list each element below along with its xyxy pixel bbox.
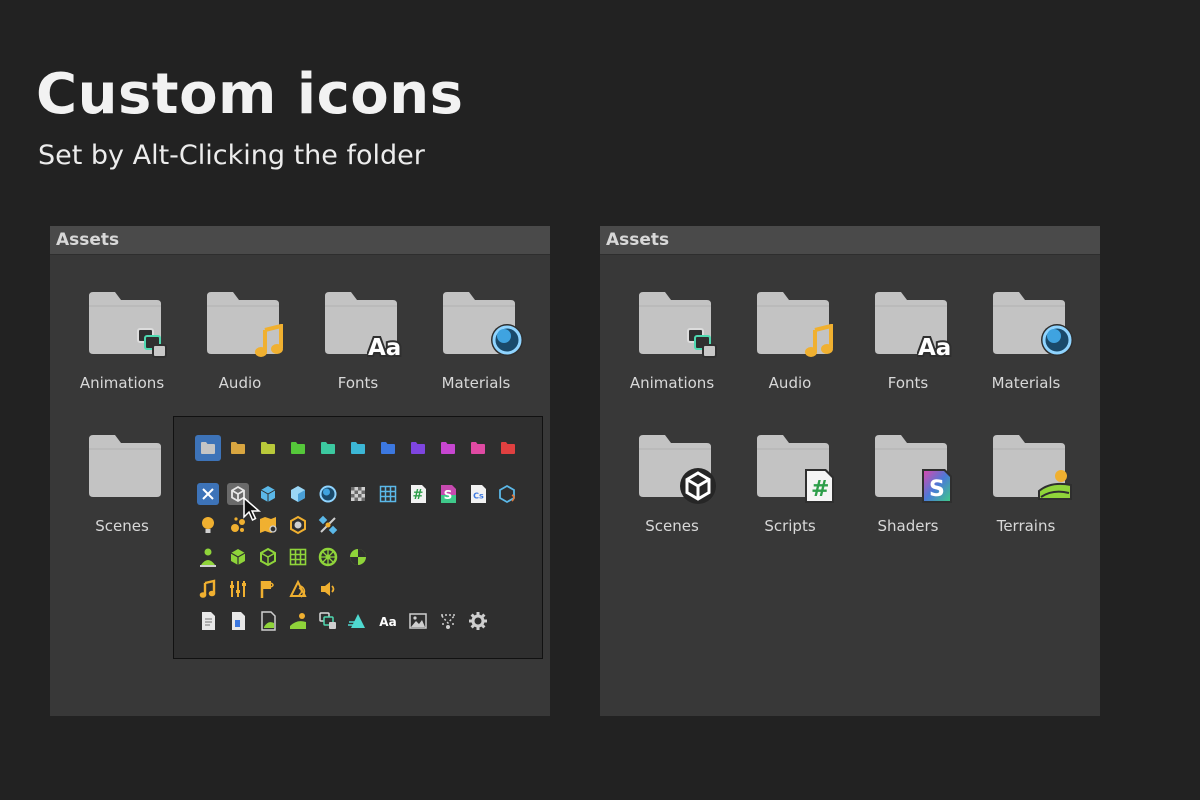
character-icon[interactable] [197, 546, 219, 568]
audio-note-icon[interactable] [197, 578, 219, 600]
terrain-icon [1037, 467, 1073, 505]
shader-icon: S [920, 467, 954, 509]
color-swatch[interactable] [435, 435, 461, 461]
folder-label: Audio [768, 374, 812, 392]
font-aa-icon: Aa [916, 330, 957, 364]
folder-item[interactable]: Materials [967, 290, 1085, 400]
physics-material-icon[interactable] [347, 546, 369, 568]
grid-icon[interactable] [377, 483, 399, 505]
folder-item[interactable]: Terrains [967, 433, 1085, 543]
folder-label: Scenes [645, 517, 699, 535]
animation-icon [135, 326, 169, 364]
color-swatch[interactable] [195, 435, 221, 461]
image-icon[interactable] [407, 610, 429, 632]
page-title: Custom icons [36, 62, 464, 127]
folder-item[interactable]: Aa Fonts [849, 290, 967, 400]
folder-label: Terrains [996, 517, 1056, 535]
folder-item[interactable]: Scenes [613, 433, 731, 543]
mixer-icon[interactable] [227, 578, 249, 600]
svg-text:Aa: Aa [379, 615, 396, 629]
folder-label: Animations [629, 374, 715, 392]
svg-text:Cs: Cs [473, 492, 484, 501]
script-hash-icon[interactable]: # [407, 483, 429, 505]
svg-text:S: S [929, 477, 945, 502]
folder-item[interactable]: Audio [181, 290, 299, 400]
sphere-icon[interactable] [317, 483, 339, 505]
folder-item[interactable]: Aa Fonts [299, 290, 417, 400]
svg-text:Aa: Aa [918, 335, 951, 360]
folder-label: Scripts [764, 517, 816, 535]
folder-item[interactable]: Animations [613, 290, 731, 400]
color-swatch[interactable] [315, 435, 341, 461]
svg-text:#: # [413, 488, 424, 503]
panel-title: Assets [600, 226, 1100, 255]
audio-source-icon[interactable] [257, 578, 279, 600]
folder-label: Fonts [887, 374, 929, 392]
svg-text:S: S [444, 488, 453, 502]
csharp-script-icon: # [802, 467, 836, 509]
color-swatch[interactable] [405, 435, 431, 461]
folder-item[interactable]: Animations [63, 290, 181, 400]
shader-icon[interactable]: S [437, 483, 459, 505]
satellite-icon[interactable] [317, 514, 339, 536]
gear-icon[interactable] [467, 610, 489, 632]
color-swatch[interactable] [225, 435, 251, 461]
green-cube-outline-icon[interactable] [257, 546, 279, 568]
folder-icon [87, 433, 163, 499]
svg-text:#: # [811, 477, 829, 502]
vfx-icon[interactable] [437, 610, 459, 632]
folder-label: Animations [79, 374, 165, 392]
wheel-icon[interactable] [317, 546, 339, 568]
material-sphere-icon [489, 322, 525, 362]
hexagon-icon[interactable] [287, 514, 309, 536]
image-doc-icon[interactable] [257, 610, 279, 632]
color-swatch[interactable] [465, 435, 491, 461]
animation-icon [685, 326, 719, 364]
panel-title: Assets [50, 226, 550, 255]
music-note-icon [253, 323, 287, 362]
animation-small-icon[interactable] [317, 610, 339, 632]
water-icon[interactable] [347, 610, 369, 632]
reverb-icon[interactable] [287, 578, 309, 600]
mouse-cursor-icon [243, 496, 262, 527]
document-icon[interactable] [197, 610, 219, 632]
green-grid-icon[interactable] [287, 546, 309, 568]
checker-icon[interactable] [347, 483, 369, 505]
color-swatch[interactable] [345, 435, 371, 461]
light-bulb-icon[interactable] [197, 514, 219, 536]
folder-label: Shaders [877, 517, 939, 535]
speaker-icon[interactable] [317, 578, 339, 600]
folder-label: Materials [441, 374, 511, 392]
font-aa-icon: Aa [366, 330, 407, 364]
folder-label: Scenes [95, 517, 149, 535]
folder-label: Fonts [337, 374, 379, 392]
cs-file-icon[interactable]: Cs [467, 483, 489, 505]
color-swatch[interactable] [375, 435, 401, 461]
green-cube-icon[interactable] [227, 546, 249, 568]
color-swatch[interactable] [255, 435, 281, 461]
material-sphere-icon [1039, 322, 1075, 362]
package-icon[interactable] [497, 483, 519, 505]
folder-item[interactable]: Scenes [63, 433, 181, 543]
folder-item[interactable]: Audio [731, 290, 849, 400]
icon-picker-popup: # S Cs Aa [173, 416, 543, 659]
document-blue-icon[interactable] [227, 610, 249, 632]
font-small-icon[interactable]: Aa [377, 610, 399, 632]
folder-item[interactable]: S Shaders [849, 433, 967, 543]
terrain-small-icon[interactable] [287, 610, 309, 632]
folder-label: Materials [991, 374, 1061, 392]
music-note-icon [803, 323, 837, 362]
clear-icon[interactable] [197, 483, 219, 505]
page-subtitle: Set by Alt-Clicking the folder [38, 140, 425, 171]
color-swatch[interactable] [285, 435, 311, 461]
svg-text:Aa: Aa [368, 335, 401, 360]
folder-item[interactable]: Materials [417, 290, 535, 400]
folder-item[interactable]: # Scripts [731, 433, 849, 543]
folder-label: Audio [218, 374, 262, 392]
unity-logo-icon [679, 467, 717, 509]
cube-blue-icon[interactable] [287, 483, 309, 505]
color-swatch[interactable] [495, 435, 521, 461]
